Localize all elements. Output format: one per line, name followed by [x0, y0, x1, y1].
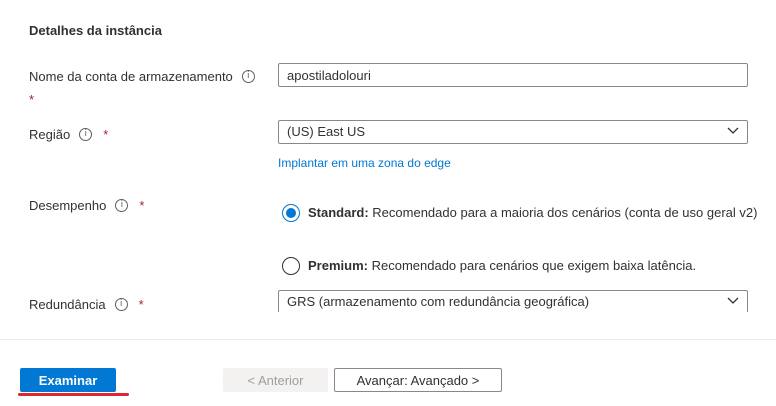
- review-button[interactable]: Examinar: [20, 368, 116, 392]
- highlight-underline: [18, 393, 129, 396]
- radio-premium[interactable]: [282, 257, 300, 275]
- performance-label: Desempenho: [29, 198, 107, 213]
- required-mark: *: [139, 198, 145, 213]
- performance-option-premium[interactable]: Premium: Recomendado para cenários que e…: [282, 256, 763, 276]
- info-icon[interactable]: i: [115, 199, 129, 212]
- section-title: Detalhes da instância: [29, 23, 162, 38]
- performance-label-row: Desempenho i *: [29, 198, 144, 213]
- redundancy-label-row: Redundância i *: [29, 297, 144, 312]
- premium-option-description: Recomendado para cenários que exigem bai…: [371, 258, 697, 273]
- standard-option-description: Recomendado para a maioria dos cenários …: [372, 205, 758, 220]
- scroll-clip: [0, 312, 776, 342]
- chevron-down-icon: [727, 297, 739, 304]
- storage-account-label: Nome da conta de armazenamento: [29, 69, 233, 84]
- region-label-row: Região i *: [29, 127, 108, 142]
- previous-button[interactable]: < Anterior: [223, 368, 328, 392]
- standard-option-text: Standard: Recomendado para a maioria dos…: [308, 203, 763, 223]
- storage-account-input[interactable]: [278, 63, 748, 87]
- performance-option-standard[interactable]: Standard: Recomendado para a maioria dos…: [282, 203, 763, 223]
- next-advanced-button[interactable]: Avançar: Avançado >: [334, 368, 502, 392]
- required-mark: *: [29, 92, 35, 107]
- info-icon[interactable]: i: [114, 298, 128, 311]
- redundancy-label: Redundância: [29, 297, 106, 312]
- deploy-edge-zone-link[interactable]: Implantar em uma zona do edge: [278, 156, 451, 170]
- info-icon[interactable]: i: [241, 70, 255, 83]
- standard-option-name: Standard:: [308, 205, 369, 220]
- required-mark: *: [103, 127, 109, 142]
- storage-account-label-row: Nome da conta de armazenamento i: [29, 69, 255, 84]
- region-select[interactable]: (US) East US: [278, 120, 748, 144]
- region-label: Região: [29, 127, 71, 142]
- chevron-down-icon: [727, 127, 739, 134]
- footer-divider: [0, 339, 776, 340]
- region-select-value: (US) East US: [287, 124, 366, 139]
- redundancy-select[interactable]: GRS (armazenamento com redundância geogr…: [278, 290, 748, 314]
- info-icon[interactable]: i: [79, 128, 93, 141]
- required-mark: *: [138, 297, 144, 312]
- radio-standard[interactable]: [282, 204, 300, 222]
- premium-option-name: Premium:: [308, 258, 368, 273]
- premium-option-text: Premium: Recomendado para cenários que e…: [308, 256, 763, 276]
- redundancy-select-value: GRS (armazenamento com redundância geogr…: [287, 294, 590, 309]
